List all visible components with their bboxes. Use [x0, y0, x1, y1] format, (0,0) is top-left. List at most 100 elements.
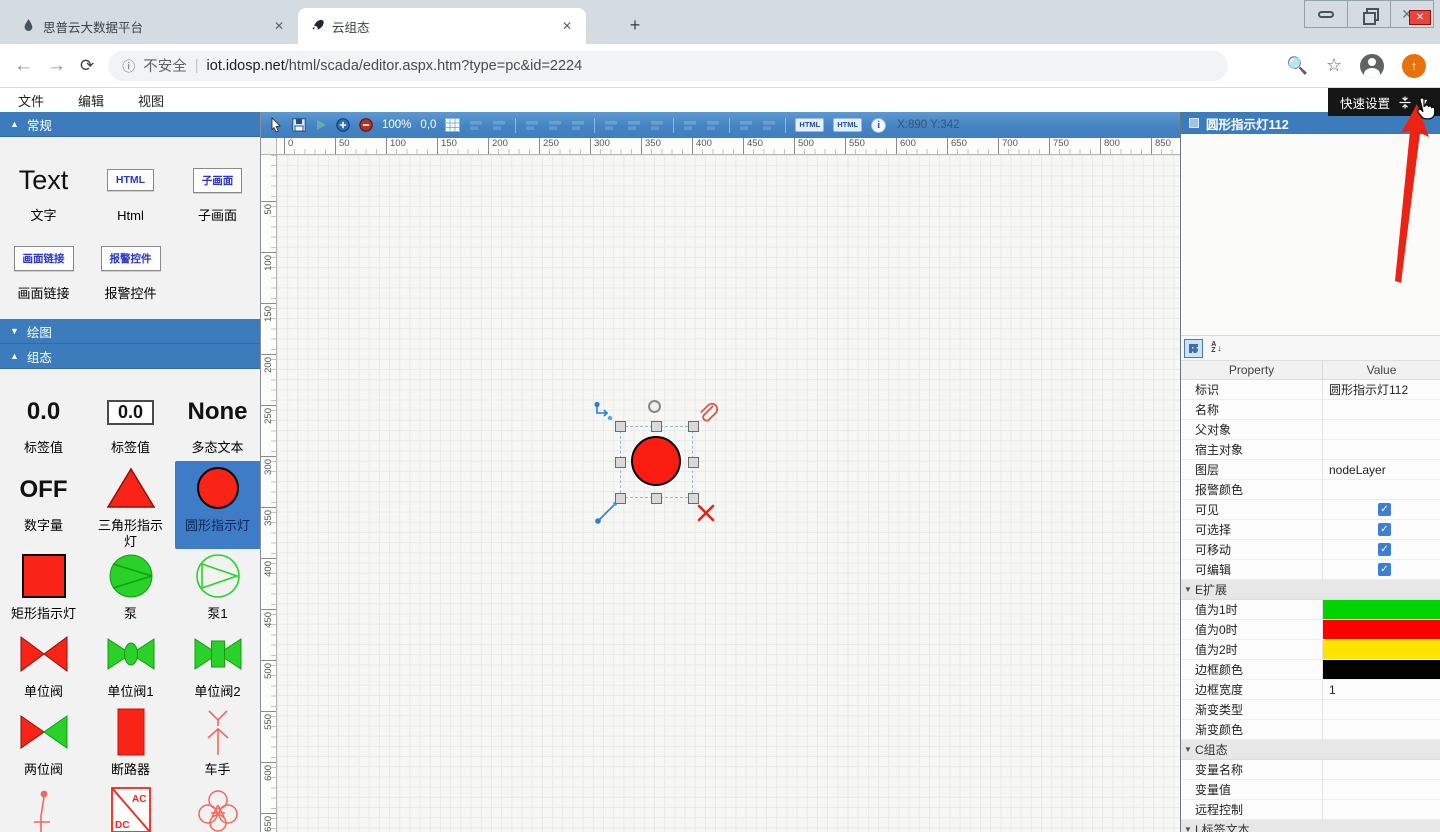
property-row-10[interactable]: 可编辑✓: [1181, 560, 1440, 580]
selection-handle[interactable]: [615, 493, 626, 504]
info-icon[interactable]: i: [871, 118, 886, 133]
property-row-4[interactable]: 宿主对象: [1181, 440, 1440, 460]
property-row-7[interactable]: 可见✓: [1181, 500, 1440, 520]
property-row-1[interactable]: 标识圆形指示灯112: [1181, 380, 1440, 400]
scada-item-14[interactable]: 断路器: [88, 705, 174, 783]
property-row-3[interactable]: 父对象: [1181, 420, 1440, 440]
property-row-23[interactable]: ▼L标签文本: [1181, 820, 1440, 832]
selection-handle[interactable]: [615, 421, 626, 432]
scada-item-5[interactable]: 三角形指示灯: [88, 461, 174, 549]
property-row-14[interactable]: 值为2时: [1181, 640, 1440, 660]
menu-item-1[interactable]: 文件: [18, 91, 44, 110]
selection-handle[interactable]: [615, 457, 626, 468]
scada-item-1[interactable]: 0.0标签值: [1, 383, 87, 461]
select-tool-icon[interactable]: [269, 117, 283, 133]
property-value[interactable]: [1323, 700, 1440, 719]
property-value[interactable]: [1323, 620, 1440, 639]
property-value[interactable]: [1323, 660, 1440, 679]
save-icon[interactable]: [292, 118, 306, 132]
selection-handle[interactable]: [688, 493, 699, 504]
scada-item-7[interactable]: 矩形指示灯: [1, 549, 87, 627]
scada-item-8[interactable]: 泵: [88, 549, 174, 627]
browser-zoom-icon[interactable]: 🔍: [1287, 56, 1308, 76]
scada-item-11[interactable]: 单位阀1: [88, 627, 174, 705]
scada-item-10[interactable]: 单位阀: [1, 627, 87, 705]
connect-tool-icon[interactable]: [593, 401, 615, 423]
property-value[interactable]: ✓: [1323, 500, 1440, 519]
property-row-15[interactable]: 边框颜色: [1181, 660, 1440, 680]
general-item-2[interactable]: HTMLHtml: [88, 151, 174, 229]
attach-paperclip-icon[interactable]: [697, 402, 719, 426]
canvas[interactable]: [277, 155, 1180, 832]
canvas-grid-icon[interactable]: [445, 118, 460, 132]
selection-handle[interactable]: [651, 421, 662, 432]
scada-item-13[interactable]: 两位阀: [1, 705, 87, 783]
html-export-icon[interactable]: HTML: [795, 118, 824, 132]
minimize-button[interactable]: [1304, 0, 1348, 28]
property-row-11[interactable]: ▼E扩展: [1181, 580, 1440, 600]
tab-close-icon[interactable]: ✕: [270, 19, 288, 33]
color-swatch[interactable]: [1323, 640, 1440, 659]
general-item-4[interactable]: 画面链接画面链接: [1, 229, 87, 307]
checkbox-checked[interactable]: ✓: [1378, 563, 1391, 576]
property-row-12[interactable]: 值为1时: [1181, 600, 1440, 620]
property-row-13[interactable]: 值为0时: [1181, 620, 1440, 640]
property-row-19[interactable]: ▼C组态: [1181, 740, 1440, 760]
property-value[interactable]: [1323, 800, 1440, 819]
property-value[interactable]: [1323, 440, 1440, 459]
property-row-2[interactable]: 名称: [1181, 400, 1440, 420]
checkbox-checked[interactable]: ✓: [1378, 543, 1391, 556]
property-row-9[interactable]: 可移动✓: [1181, 540, 1440, 560]
html-import-icon[interactable]: HTML: [833, 118, 862, 132]
property-row-21[interactable]: 变量值: [1181, 780, 1440, 800]
property-value[interactable]: [1323, 760, 1440, 779]
property-value[interactable]: [1323, 480, 1440, 499]
property-value[interactable]: nodeLayer: [1323, 460, 1440, 479]
browser-update-icon[interactable]: ↑: [1402, 54, 1426, 78]
selected-circle-indicator[interactable]: [631, 436, 681, 486]
color-swatch[interactable]: [1323, 620, 1440, 639]
general-item-1[interactable]: Text文字: [1, 151, 87, 229]
tab-2[interactable]: 云组态✕: [298, 8, 586, 44]
property-value[interactable]: [1323, 600, 1440, 619]
tab-1[interactable]: 思普云大数据平台✕: [10, 8, 298, 44]
scada-item-9[interactable]: 泵1: [175, 549, 261, 627]
forward-button[interactable]: →: [47, 55, 66, 77]
bookmark-star-icon[interactable]: ☆: [1326, 55, 1342, 76]
menu-item-2[interactable]: 编辑: [78, 91, 104, 110]
reload-button[interactable]: ⟳: [80, 56, 94, 76]
property-value[interactable]: 1: [1323, 680, 1440, 699]
property-value[interactable]: [1323, 400, 1440, 419]
selection-handle[interactable]: [688, 421, 699, 432]
color-swatch[interactable]: [1323, 660, 1440, 679]
scada-item-2[interactable]: 0.0标签值: [88, 383, 174, 461]
profile-avatar[interactable]: [1360, 54, 1384, 78]
selection-handle[interactable]: [651, 493, 662, 504]
page-info-icon[interactable]: ⓘ: [122, 56, 135, 75]
categorized-view-icon[interactable]: [1184, 339, 1203, 358]
delete-x-icon[interactable]: [696, 503, 716, 523]
property-row-17[interactable]: 渐变类型: [1181, 700, 1440, 720]
property-row-22[interactable]: 远程控制: [1181, 800, 1440, 820]
checkbox-checked[interactable]: ✓: [1378, 503, 1391, 516]
scada-item-16[interactable]: 刀闸: [1, 783, 87, 832]
scada-item-18[interactable]: PT: [175, 783, 261, 832]
close-button[interactable]: ✕ ✕: [1390, 0, 1434, 28]
quick-settings-button[interactable]: 快速设置 ▼: [1328, 88, 1440, 116]
checkbox-checked[interactable]: ✓: [1378, 523, 1391, 536]
property-row-16[interactable]: 边框宽度1: [1181, 680, 1440, 700]
scada-item-3[interactable]: None多态文本: [175, 383, 261, 461]
property-value[interactable]: [1323, 720, 1440, 739]
scada-item-17[interactable]: ACDC逆变器: [88, 783, 174, 832]
tab-close-icon[interactable]: ✕: [558, 19, 576, 33]
scada-item-12[interactable]: 单位阀2: [175, 627, 261, 705]
scada-item-15[interactable]: 车手: [175, 705, 261, 783]
property-row-6[interactable]: 报警颜色: [1181, 480, 1440, 500]
property-value[interactable]: ✓: [1323, 520, 1440, 539]
sort-az-icon[interactable]: AZ↓: [1207, 339, 1226, 358]
sidebar-section-drawing[interactable]: ▼ 绘图: [0, 319, 260, 344]
scada-item-4[interactable]: OFF数字量: [1, 461, 87, 549]
general-item-5[interactable]: 报警控件报警控件: [88, 229, 174, 307]
property-row-18[interactable]: 渐变颜色: [1181, 720, 1440, 740]
property-value[interactable]: [1323, 420, 1440, 439]
